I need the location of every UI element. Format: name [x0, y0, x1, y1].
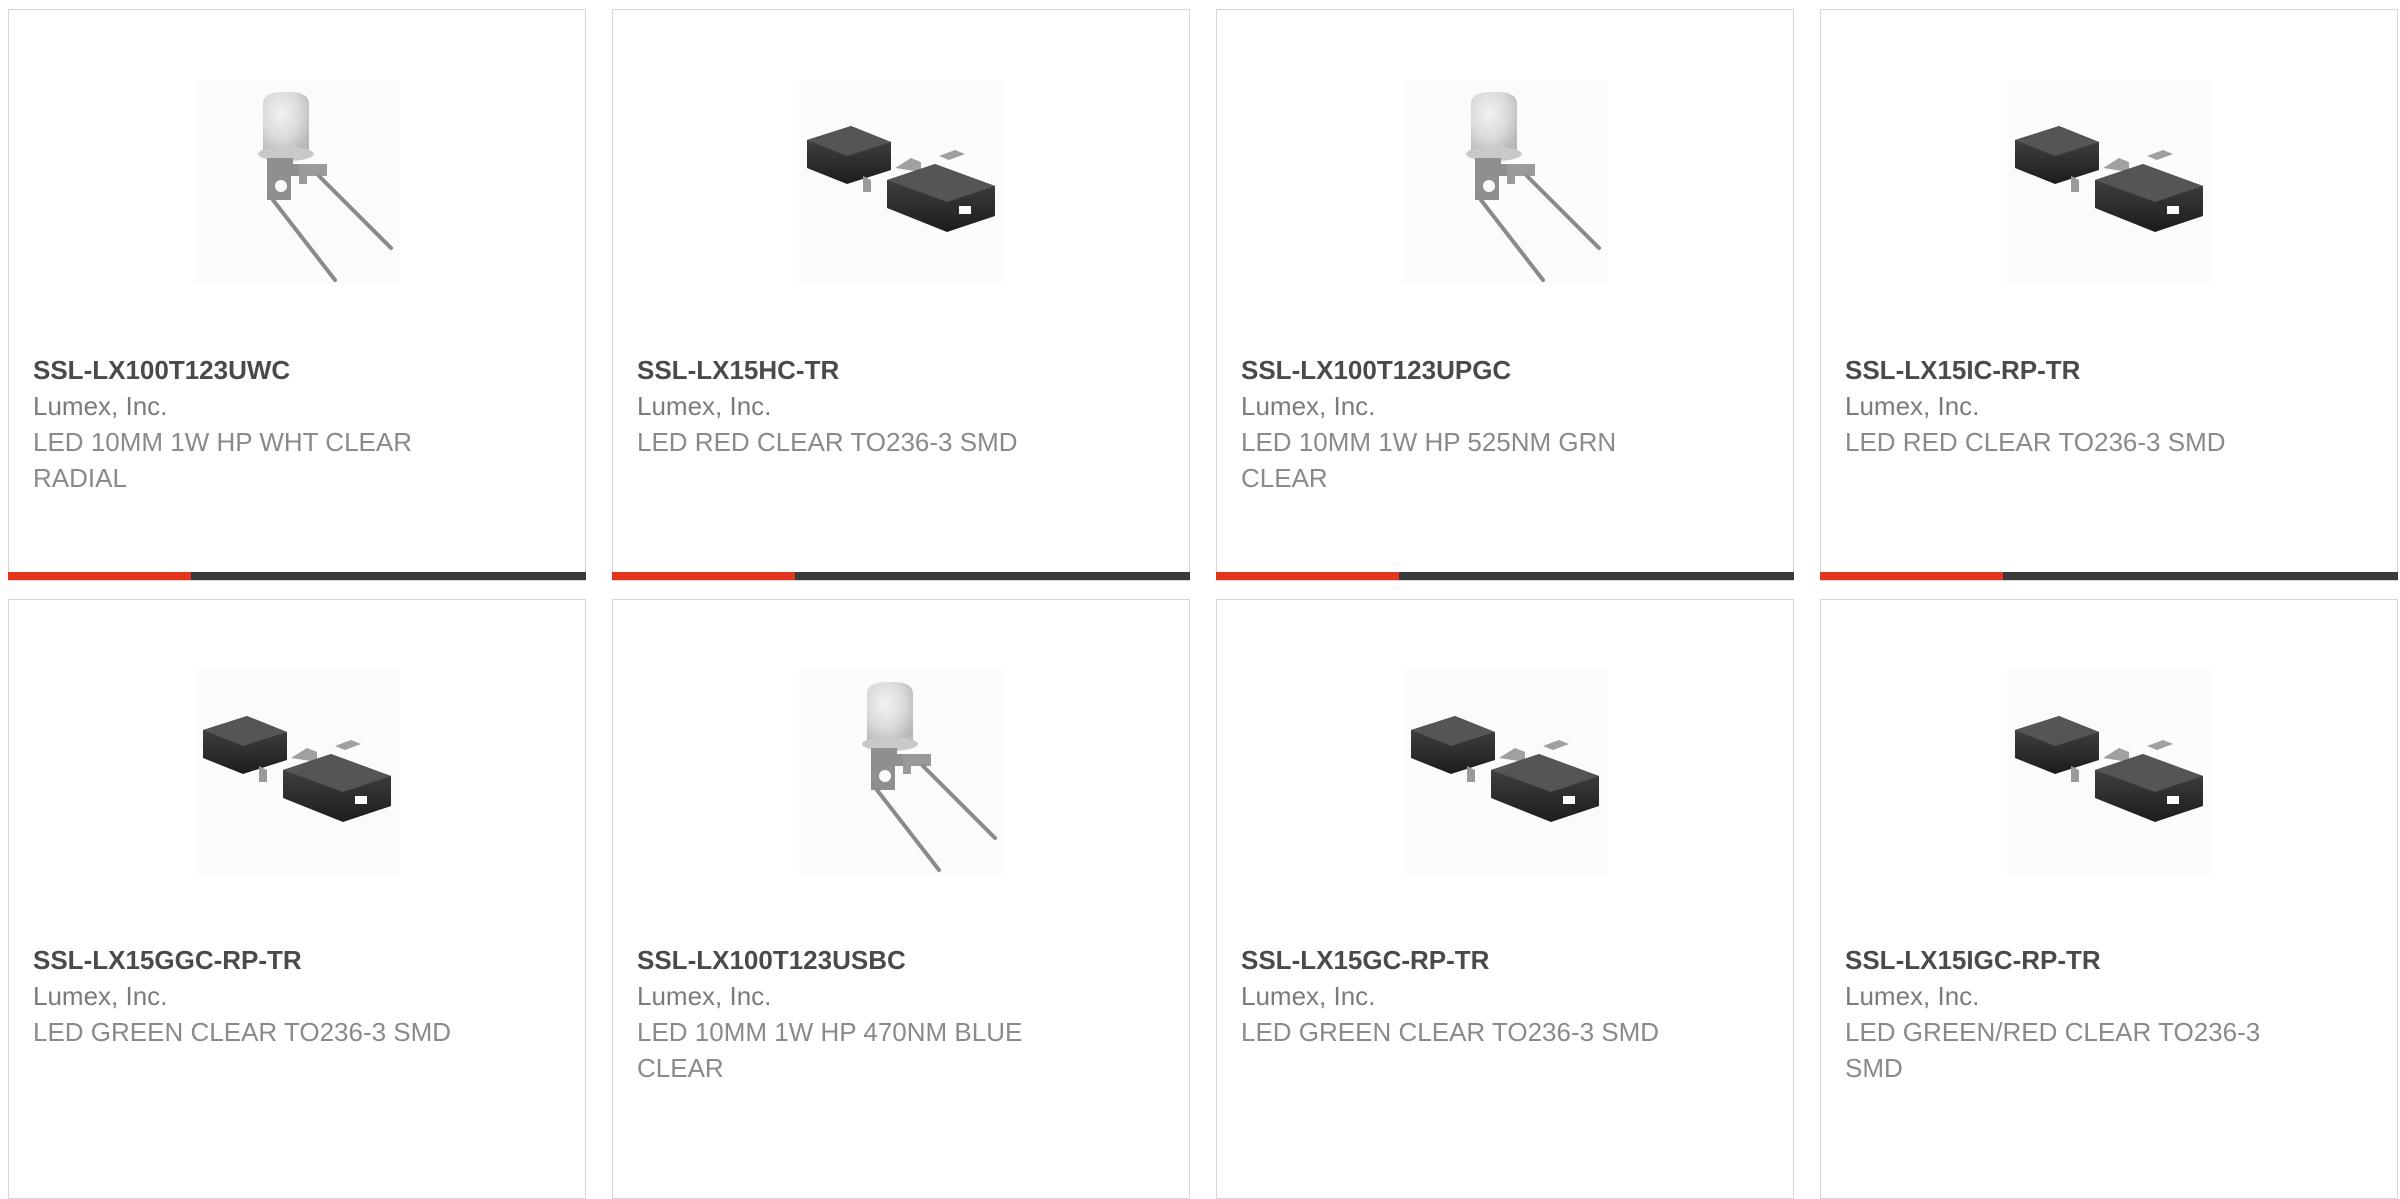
product-info: SSL-LX100T123USBC Lumex, Inc. LED 10MM 1…	[637, 942, 1077, 1086]
description: LED RED CLEAR TO236-3 SMD	[1845, 427, 2226, 457]
part-number-link[interactable]: SSL-LX15IC-RP-TR	[1845, 352, 2285, 388]
product-image[interactable]	[2007, 80, 2211, 284]
product-info: SSL-LX15IC-RP-TR Lumex, Inc. LED RED CLE…	[1845, 352, 2285, 460]
product-info: SSL-LX100T123UWC Lumex, Inc. LED 10MM 1W…	[33, 352, 473, 496]
led-smd-icon	[2015, 126, 2203, 232]
card-bottom-bar	[1820, 572, 2398, 580]
manufacturer: Lumex, Inc.	[1241, 981, 1376, 1011]
manufacturer: Lumex, Inc.	[637, 981, 772, 1011]
product-image[interactable]	[799, 80, 1003, 284]
description: LED GREEN/RED CLEAR TO236-3 SMD	[1845, 1017, 2261, 1083]
product-image[interactable]	[2007, 670, 2211, 874]
card-bottom-bar	[1216, 572, 1794, 580]
product-card[interactable]: SSL-LX100T123UWC Lumex, Inc. LED 10MM 1W…	[8, 9, 586, 581]
product-info: SSL-LX15IGC-RP-TR Lumex, Inc. LED GREEN/…	[1845, 942, 2285, 1086]
product-card[interactable]: SSL-LX15IC-RP-TR Lumex, Inc. LED RED CLE…	[1820, 9, 2398, 581]
product-grid: SSL-LX100T123UWC Lumex, Inc. LED 10MM 1W…	[0, 0, 2400, 1199]
card-accent	[612, 572, 795, 580]
led-smd-icon	[2015, 716, 2203, 822]
card-bottom-bar	[8, 572, 586, 580]
product-info: SSL-LX15GC-RP-TR Lumex, Inc. LED GREEN C…	[1241, 942, 1681, 1050]
part-number-link[interactable]: SSL-LX100T123USBC	[637, 942, 1077, 978]
description: LED GREEN CLEAR TO236-3 SMD	[1241, 1017, 1660, 1047]
part-number-link[interactable]: SSL-LX100T123UWC	[33, 352, 473, 388]
manufacturer: Lumex, Inc.	[1845, 981, 1980, 1011]
part-number-link[interactable]: SSL-LX15GC-RP-TR	[1241, 942, 1681, 978]
led-smd-icon	[1411, 716, 1599, 822]
manufacturer: Lumex, Inc.	[33, 391, 168, 421]
product-info: SSL-LX15GGC-RP-TR Lumex, Inc. LED GREEN …	[33, 942, 473, 1050]
product-info: SSL-LX15HC-TR Lumex, Inc. LED RED CLEAR …	[637, 352, 1077, 460]
product-card[interactable]: SSL-LX15HC-TR Lumex, Inc. LED RED CLEAR …	[612, 9, 1190, 581]
product-image[interactable]	[195, 80, 399, 284]
product-info: SSL-LX100T123UPGC Lumex, Inc. LED 10MM 1…	[1241, 352, 1681, 496]
product-image[interactable]	[799, 670, 1003, 874]
led-smd-icon	[807, 126, 995, 232]
card-bottom-bar	[612, 572, 1190, 580]
led-radial-icon	[1466, 92, 1601, 282]
led-radial-icon	[862, 682, 997, 872]
product-card[interactable]: SSL-LX15IGC-RP-TR Lumex, Inc. LED GREEN/…	[1820, 599, 2398, 1199]
product-card[interactable]: SSL-LX100T123UPGC Lumex, Inc. LED 10MM 1…	[1216, 9, 1794, 581]
description: LED RED CLEAR TO236-3 SMD	[637, 427, 1018, 457]
led-radial-icon	[258, 92, 393, 282]
part-number-link[interactable]: SSL-LX100T123UPGC	[1241, 352, 1681, 388]
product-card[interactable]: SSL-LX15GGC-RP-TR Lumex, Inc. LED GREEN …	[8, 599, 586, 1199]
part-number-link[interactable]: SSL-LX15GGC-RP-TR	[33, 942, 473, 978]
led-smd-icon	[203, 716, 391, 822]
card-accent	[8, 572, 191, 580]
product-image[interactable]	[195, 670, 399, 874]
manufacturer: Lumex, Inc.	[637, 391, 772, 421]
part-number-link[interactable]: SSL-LX15IGC-RP-TR	[1845, 942, 2285, 978]
card-accent	[1216, 572, 1399, 580]
manufacturer: Lumex, Inc.	[1845, 391, 1980, 421]
product-card[interactable]: SSL-LX100T123USBC Lumex, Inc. LED 10MM 1…	[612, 599, 1190, 1199]
part-number-link[interactable]: SSL-LX15HC-TR	[637, 352, 1077, 388]
card-accent	[1820, 572, 2003, 580]
product-image[interactable]	[1403, 670, 1607, 874]
product-card[interactable]: SSL-LX15GC-RP-TR Lumex, Inc. LED GREEN C…	[1216, 599, 1794, 1199]
product-image[interactable]	[1403, 80, 1607, 284]
manufacturer: Lumex, Inc.	[1241, 391, 1376, 421]
description: LED 10MM 1W HP 525NM GRN CLEAR	[1241, 427, 1617, 493]
description: LED GREEN CLEAR TO236-3 SMD	[33, 1017, 452, 1047]
description: LED 10MM 1W HP 470NM BLUE CLEAR	[637, 1017, 1023, 1083]
description: LED 10MM 1W HP WHT CLEAR RADIAL	[33, 427, 413, 493]
manufacturer: Lumex, Inc.	[33, 981, 168, 1011]
